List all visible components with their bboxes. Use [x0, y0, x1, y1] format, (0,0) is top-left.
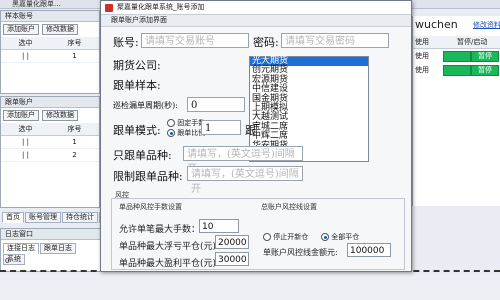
cell-selected[interactable]: | |: [1, 148, 50, 162]
table-row[interactable]: | | 1: [1, 49, 99, 63]
dialog-titlebar: 聚嘉量化跟单系统_账号添加: [101, 1, 411, 15]
stop-open-option[interactable]: 停止开新仓: [263, 232, 308, 242]
main-tabs: 首页账号管理持仓统计成: [2, 212, 115, 223]
sample-label: 跟单样本:: [113, 79, 161, 92]
use-label: 使用: [415, 52, 429, 60]
col-use: 使用: [415, 38, 429, 46]
cell-selected[interactable]: | |: [1, 135, 50, 149]
table-row[interactable]: | | 2: [1, 148, 99, 162]
cell-index: 1: [50, 135, 99, 149]
table-row[interactable]: 使用 暂停: [413, 63, 500, 76]
log-window: 日志窗口 连接日志 跟单日志系统 0: [0, 228, 102, 272]
interval-label: 巡检漏单周期(秒):: [113, 101, 178, 110]
only-input[interactable]: 请填写，(英文逗号)间隔开: [183, 146, 303, 175]
use-button[interactable]: [443, 65, 471, 76]
account-line-input[interactable]: 100000: [347, 243, 391, 257]
close-all-label: 全部平仓: [331, 233, 360, 241]
tab-account-management[interactable]: 账号管理: [25, 212, 61, 223]
right-table-header: 使用 暂停/启动: [413, 36, 500, 49]
col-selected: 选中: [1, 37, 50, 50]
main-title: 黑嘉量化跟单…: [12, 0, 61, 8]
mode-label: 跟单模式:: [113, 124, 161, 137]
mode-suffix: 跟: [245, 124, 256, 137]
sample-table: 选中 序号 | | 1: [1, 37, 99, 63]
max-profit-input[interactable]: 30000: [215, 252, 249, 266]
stop-open-label: 停止开新仓: [273, 233, 309, 241]
password-label: 密码:: [253, 36, 279, 49]
follow-account-panel: 跟单账户 添加账户 修改数据 选中 序号 | | 1 | | 2: [0, 96, 100, 208]
password-input[interactable]: 请填写交易密码: [281, 33, 389, 48]
account-risk-title: 总账户风控线设置: [261, 203, 317, 211]
mode-ratio-option[interactable]: 跟单比例: [167, 128, 205, 138]
table-row[interactable]: 使用 暂停: [413, 49, 500, 62]
max-profit-label: 单品种最大盈利平仓(元):: [119, 259, 220, 269]
col-pause-start: 暂停/启动: [457, 38, 488, 46]
table-row[interactable]: | | 1: [1, 135, 99, 149]
account-line-label: 单账户风控线金额元:: [263, 248, 338, 257]
only-label: 只跟单品种:: [113, 149, 172, 162]
sample-panel-header: 样本账号: [1, 11, 99, 22]
account-label: 账号:: [113, 36, 139, 49]
max-lots-input[interactable]: 10: [199, 219, 239, 233]
add-account-button[interactable]: 添加账户: [3, 24, 39, 35]
username: wuchen: [415, 18, 458, 31]
dialog-section-header: 跟单账户添加界面: [101, 15, 411, 27]
cell-index: 2: [50, 148, 99, 162]
col-index: 序号: [50, 37, 99, 50]
use-button[interactable]: [443, 51, 471, 62]
close-all-option[interactable]: 全部平仓: [321, 232, 359, 242]
max-loss-label: 单品种最大浮亏平仓(元):: [119, 242, 220, 252]
use-label: 使用: [415, 66, 429, 74]
bottom-area: [0, 274, 500, 300]
company-label: 期货公司:: [113, 59, 161, 72]
col-index: 序号: [50, 123, 99, 136]
pause-button[interactable]: 暂停: [471, 51, 499, 62]
log-window-title: 日志窗口: [1, 229, 101, 240]
product-risk-title: 单品种风控手数设置: [119, 203, 182, 211]
max-loss-input[interactable]: 20000: [215, 235, 249, 249]
mode-fixed-option[interactable]: 固定手数: [167, 118, 205, 128]
log-status: 0: [5, 257, 10, 265]
radio-stop-open-icon[interactable]: [263, 233, 271, 241]
dialog-title: 聚嘉量化跟单系统_账号添加: [117, 3, 205, 11]
tab-home[interactable]: 首页: [2, 212, 24, 223]
limit-input[interactable]: 请填写，(英文逗号)间隔开: [187, 166, 303, 195]
radio-close-all-icon[interactable]: [321, 233, 329, 241]
follow-table: 选中 序号 | | 1 | | 2: [1, 123, 99, 162]
pause-button[interactable]: 暂停: [471, 65, 499, 76]
radio-ratio-icon[interactable]: [167, 129, 175, 137]
col-selected: 选中: [1, 123, 50, 136]
interval-input[interactable]: 0: [187, 97, 245, 112]
follow-panel-header: 跟单账户: [1, 97, 99, 108]
tab-connection-log[interactable]: 连接日志: [3, 243, 39, 254]
right-panel: wuchen 修改资料 使用 暂停/启动 使用 暂停 使用 暂停: [412, 16, 500, 206]
modify-follow-data-button[interactable]: 修改数据: [42, 110, 78, 121]
sample-account-panel: 样本账号 添加账户 修改数据 选中 序号 | | 1: [0, 10, 100, 94]
app-logo-icon: [105, 4, 113, 12]
tab-follow-log[interactable]: 跟单日志: [40, 243, 76, 254]
modify-profile-link[interactable]: 修改资料: [473, 20, 500, 30]
mode-value-input[interactable]: 1: [201, 120, 241, 135]
cell-index: 1: [50, 49, 99, 63]
add-account-dialog: 聚嘉量化跟单系统_账号添加 跟单账户添加界面 账号: 请填写交易账号 密码: 请…: [100, 0, 412, 272]
radio-fixed-icon[interactable]: [167, 119, 175, 127]
cell-selected[interactable]: | |: [1, 49, 50, 63]
limit-label: 限制跟单品种:: [113, 170, 183, 183]
account-input[interactable]: 请填写交易账号: [141, 33, 249, 48]
max-lots-label: 允许单笔最大手数：: [119, 225, 201, 235]
tab-position-stats[interactable]: 持仓统计: [62, 212, 98, 223]
modify-data-button[interactable]: 修改数据: [42, 24, 78, 35]
add-follow-account-button[interactable]: 添加账户: [3, 110, 39, 121]
